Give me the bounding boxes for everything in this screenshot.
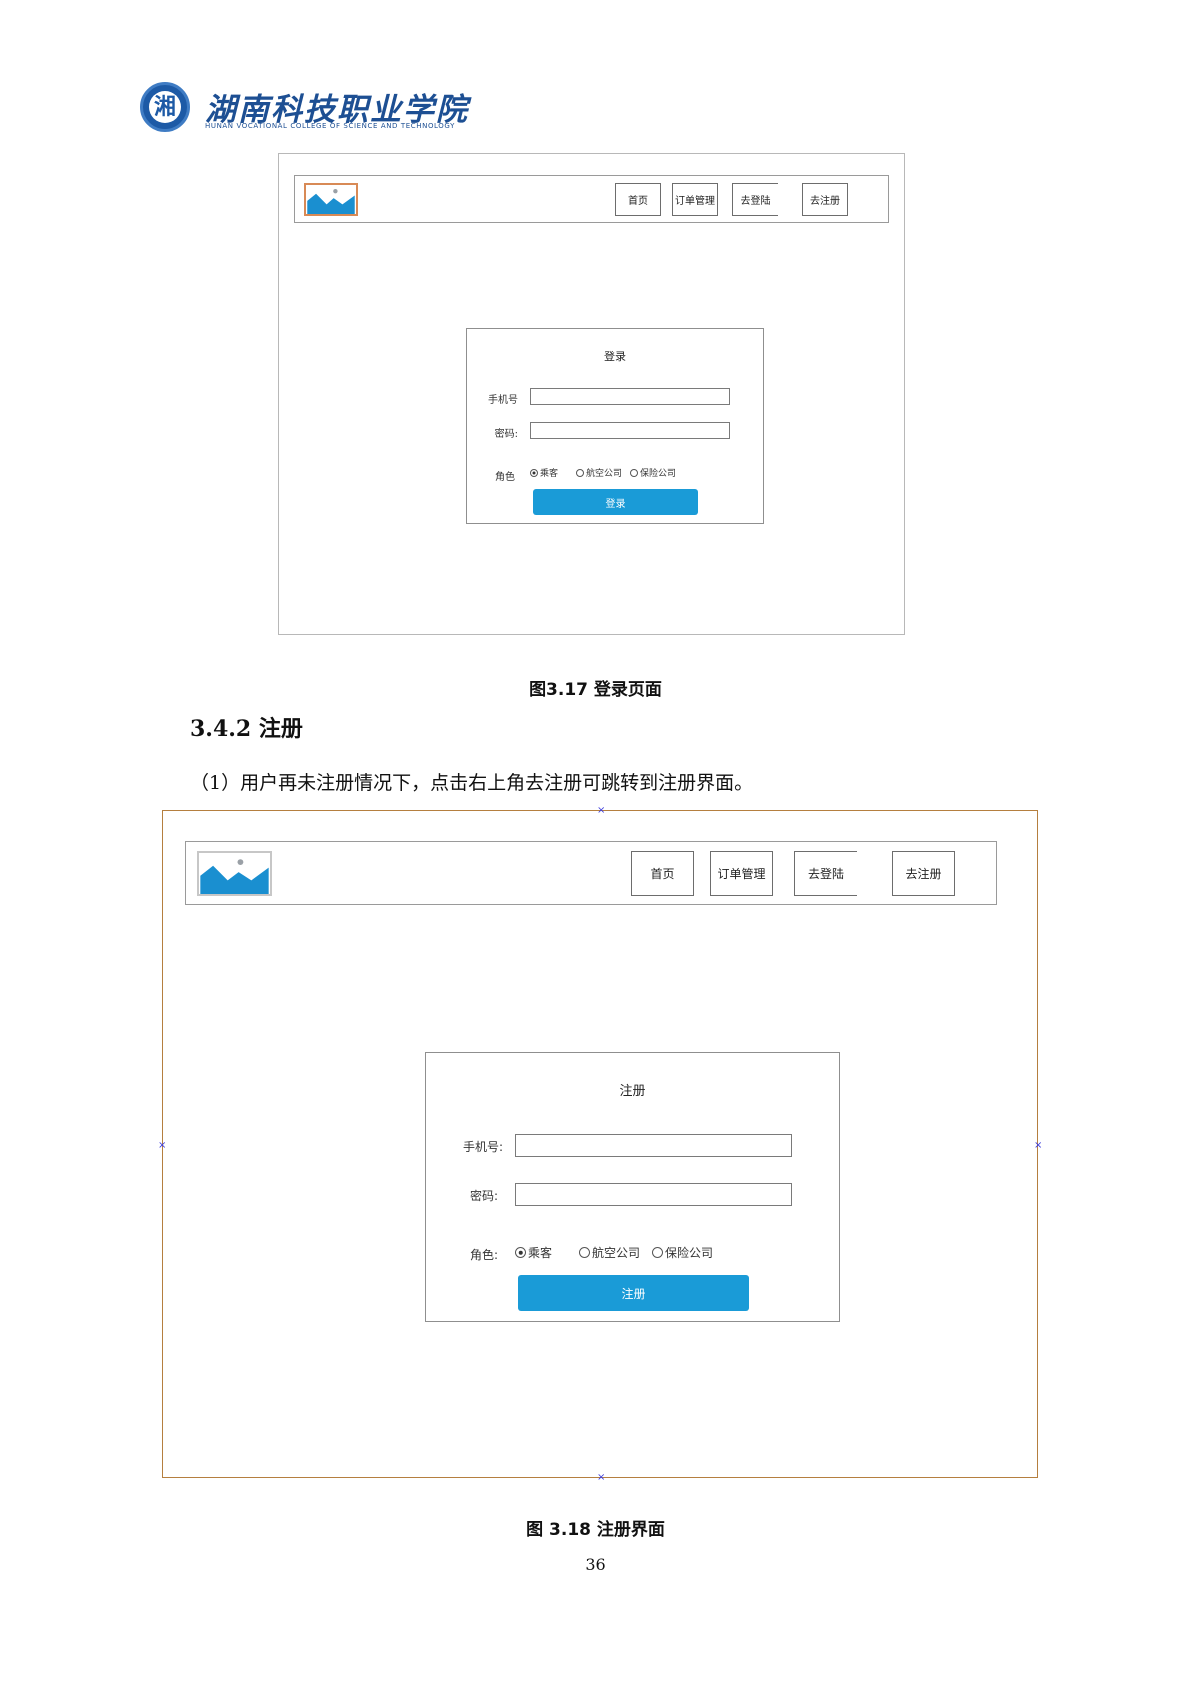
role-label: 角色: (469, 1248, 498, 1262)
figure-3-17-caption: 图3.17 登录页面 (529, 680, 662, 700)
nav-orders-button[interactable]: 订单管理 (710, 851, 773, 896)
phone-input[interactable] (530, 388, 730, 405)
register-submit-button[interactable]: 注册 (518, 1275, 749, 1311)
password-input[interactable] (515, 1183, 792, 1206)
image-placeholder-icon (200, 853, 269, 894)
login-screen-mockup: 首页 订单管理 去登陆 去注册 登录 手机号 密码: 角色 乘客 航空公司 保险… (278, 153, 905, 635)
radio-airline[interactable] (576, 468, 585, 477)
radio-insurance-label: 保险公司 (665, 1246, 714, 1260)
college-emblem-char: 湘 (149, 91, 181, 123)
nav-register-button[interactable]: 去注册 (802, 183, 848, 216)
logo-placeholder-image-icon (197, 851, 272, 896)
radio-insurance[interactable] (652, 1247, 664, 1258)
phone-input[interactable] (515, 1134, 792, 1157)
college-name-en: HUNAN VOCATIONAL COLLEGE OF SCIENCE AND … (205, 122, 455, 130)
nav-login-button[interactable]: 去登陆 (794, 851, 857, 896)
logo-placeholder-image-icon (304, 183, 358, 216)
login-form-card: 登录 手机号 密码: 角色 乘客 航空公司 保险公司 登录 (466, 328, 764, 524)
register-form-title: 注册 (619, 1084, 646, 1099)
password-input[interactable] (530, 422, 730, 439)
register-form-card: 注册 手机号: 密码: 角色: 乘客 航空公司 保险公司 注册 (425, 1052, 840, 1322)
password-label: 密码: (494, 429, 518, 440)
radio-insurance[interactable] (630, 468, 639, 477)
college-emblem-logo: 湘 (140, 82, 190, 132)
register-screen-mockup: 首页 订单管理 去登陆 去注册 注册 手机号: 密码: 角色: 乘客 航空公司 … (162, 810, 1038, 1478)
figure-3-18-caption: 图 3.18 注册界面 (526, 1520, 665, 1540)
radio-airline[interactable] (579, 1247, 591, 1258)
login-navbar: 首页 订单管理 去登陆 去注册 (294, 175, 889, 223)
login-form-title: 登录 (604, 350, 626, 363)
radio-airline-label: 航空公司 (592, 1246, 641, 1260)
radio-airline-label: 航空公司 (586, 469, 623, 479)
role-radio-group: 乘客 航空公司 保险公司 (515, 1244, 713, 1261)
password-label: 密码: (469, 1189, 498, 1203)
nav-home-button[interactable]: 首页 (631, 851, 694, 896)
phone-label: 手机号 (488, 395, 518, 406)
radio-passenger-label: 乘客 (528, 1246, 553, 1260)
radio-passenger[interactable] (515, 1247, 526, 1258)
section-paragraph: （1）用户再未注册情况下，点击右上角去注册可跳转到注册界面。 (190, 772, 754, 794)
nav-login-button[interactable]: 去登陆 (732, 183, 778, 216)
register-navbar: 首页 订单管理 去登陆 去注册 (185, 841, 997, 905)
radio-passenger[interactable] (530, 468, 538, 477)
section-heading: 3.4.2 注册 (190, 716, 303, 742)
nav-register-button[interactable]: 去注册 (892, 851, 955, 896)
radio-insurance-label: 保险公司 (640, 469, 677, 479)
nav-orders-button[interactable]: 订单管理 (672, 183, 718, 216)
page-number: 36 (585, 1555, 606, 1574)
radio-passenger-label: 乘客 (540, 469, 559, 479)
role-label: 角色 (495, 472, 515, 483)
login-submit-button[interactable]: 登录 (533, 489, 698, 515)
frame-handle-right-icon[interactable]: × (1034, 1141, 1042, 1151)
nav-home-button[interactable]: 首页 (615, 183, 661, 216)
image-placeholder-icon (307, 185, 355, 214)
phone-label: 手机号: (462, 1140, 503, 1154)
frame-handle-bottom-icon[interactable]: × (597, 1473, 605, 1483)
frame-handle-left-icon[interactable]: × (158, 1141, 166, 1151)
frame-handle-top-icon[interactable]: × (597, 806, 605, 816)
role-radio-group: 乘客 航空公司 保险公司 (530, 466, 676, 479)
